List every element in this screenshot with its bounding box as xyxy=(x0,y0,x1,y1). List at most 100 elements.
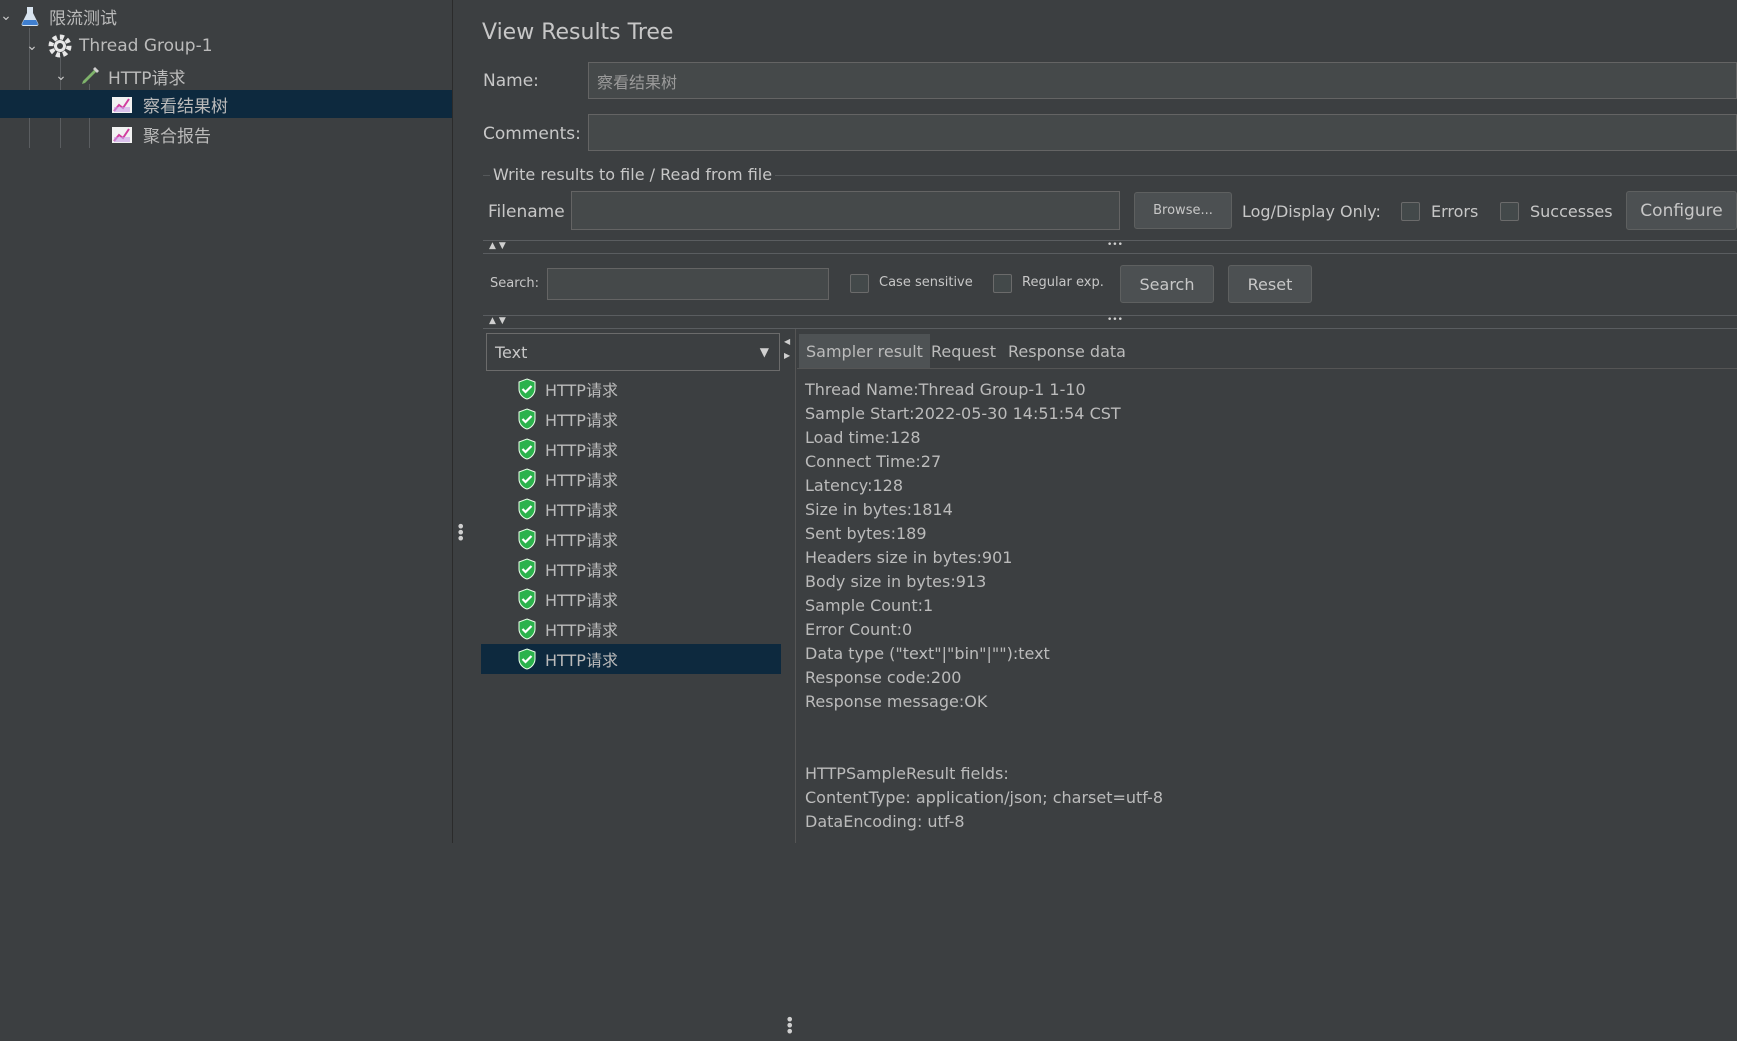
main-splitter[interactable]: • • • xyxy=(452,0,467,843)
success-shield-icon xyxy=(517,378,537,400)
success-shield-icon xyxy=(517,438,537,460)
success-shield-icon xyxy=(517,618,537,640)
sampler-line: Sample Start:2022-05-30 14:51:54 CST xyxy=(805,404,1121,423)
case-sensitive-label: Case sensitive xyxy=(879,275,973,290)
regex-label: Regular exp. xyxy=(1022,275,1104,290)
sampler-line: Response message:OK xyxy=(805,692,988,711)
success-shield-icon xyxy=(517,408,537,430)
tree-item-label: 聚合报告 xyxy=(143,126,211,147)
result-item[interactable]: HTTP请求 xyxy=(481,494,781,524)
success-shield-icon xyxy=(517,558,537,580)
configure-button[interactable]: Configure xyxy=(1626,191,1737,230)
successes-label: Successes xyxy=(1530,202,1613,221)
regex-checkbox[interactable] xyxy=(993,274,1012,293)
test-plan-tree: ⌄ 限流测试 ⌄ Thread Group-1 ⌄ HTTP请求 察看结果树 聚… xyxy=(0,0,452,843)
filename-label: Filename xyxy=(488,202,565,222)
reset-button[interactable]: Reset xyxy=(1228,265,1312,303)
chevron-down-icon[interactable]: ⌄ xyxy=(23,38,41,54)
successes-checkbox[interactable] xyxy=(1500,202,1519,221)
sampler-line: Headers size in bytes:901 xyxy=(805,548,1013,567)
result-item[interactable]: HTTP请求 xyxy=(481,434,781,464)
result-item-label: HTTP请求 xyxy=(545,411,618,430)
result-item-label: HTTP请求 xyxy=(545,441,618,460)
result-item[interactable]: HTTP请求 xyxy=(481,614,781,644)
renderer-select[interactable]: Text ▼ xyxy=(486,333,780,371)
errors-checkbox[interactable] xyxy=(1401,202,1420,221)
browse-button[interactable]: Browse... xyxy=(1134,192,1232,229)
name-field[interactable]: 察看结果树 xyxy=(588,62,1737,99)
result-item-label: HTTP请求 xyxy=(545,471,618,490)
sampler-line: Sample Count:1 xyxy=(805,596,934,615)
tree-item-view-results-tree[interactable]: 察看结果树 xyxy=(0,90,452,118)
search-input[interactable] xyxy=(547,268,829,300)
name-field-value: 察看结果树 xyxy=(597,72,678,92)
name-label: Name: xyxy=(483,71,539,91)
sampler-line: Latency:128 xyxy=(805,476,904,495)
dropdown-arrow-icon: ▼ xyxy=(759,345,769,359)
tree-item-label: HTTP请求 xyxy=(108,68,186,89)
sampler-line: Size in bytes:1814 xyxy=(805,500,953,519)
result-item[interactable]: HTTP请求 xyxy=(481,404,781,434)
splitter-grip-icon[interactable]: ••• xyxy=(1107,240,1123,250)
splitter-grip-icon: • • • xyxy=(785,1010,794,1041)
tree-item-label: 察看结果树 xyxy=(143,96,228,117)
result-item-label: HTTP请求 xyxy=(545,501,618,520)
chevron-down-icon[interactable]: ⌄ xyxy=(52,68,70,84)
result-item-label: HTTP请求 xyxy=(545,591,618,610)
splitter-grip-icon[interactable]: ••• xyxy=(1107,315,1123,325)
result-item-label: HTTP请求 xyxy=(545,651,618,670)
comments-field[interactable] xyxy=(588,114,1737,151)
result-item[interactable]: HTTP请求 xyxy=(481,554,781,584)
file-section-title: Write results to file / Read from file xyxy=(490,165,776,184)
listener-chart-icon xyxy=(111,94,133,114)
sampler-line: Sent bytes:189 xyxy=(805,524,927,543)
log-display-label: Log/Display Only: xyxy=(1242,202,1381,221)
divider xyxy=(483,253,1737,254)
result-item-label: HTTP请求 xyxy=(545,531,618,550)
success-shield-icon xyxy=(517,528,537,550)
pipette-icon xyxy=(78,64,102,88)
tree-item-label: 限流测试 xyxy=(49,8,117,29)
gear-icon xyxy=(47,33,73,59)
sampler-line: Response code:200 xyxy=(805,668,962,687)
sampler-line: Load time:128 xyxy=(805,428,921,447)
renderer-select-value: Text xyxy=(495,342,528,362)
tree-item-label: Thread Group-1 xyxy=(79,36,213,56)
collapse-arrows-icon[interactable]: ▲▼ xyxy=(489,241,509,251)
tree-item-thread-group[interactable]: ⌄ Thread Group-1 xyxy=(0,32,452,60)
success-shield-icon xyxy=(517,498,537,520)
success-shield-icon xyxy=(517,588,537,610)
divider xyxy=(483,328,1737,329)
flask-icon xyxy=(19,6,41,26)
search-label: Search: xyxy=(490,276,540,291)
collapse-arrows-icon[interactable]: ◀ ▶ xyxy=(784,335,790,363)
result-item-label: HTTP请求 xyxy=(545,381,618,400)
result-item[interactable]: HTTP请求 xyxy=(481,464,781,494)
result-item[interactable]: HTTP请求 xyxy=(481,524,781,554)
case-sensitive-checkbox[interactable] xyxy=(850,274,869,293)
result-item[interactable]: HTTP请求 xyxy=(481,374,781,404)
result-item[interactable]: HTTP请求 xyxy=(481,584,781,614)
filename-input[interactable] xyxy=(571,191,1120,230)
http-field-line: ContentType: application/json; charset=u… xyxy=(805,788,1163,807)
tree-item-http-request[interactable]: ⌄ HTTP请求 xyxy=(0,62,452,90)
chevron-down-icon[interactable]: ⌄ xyxy=(0,8,15,24)
success-shield-icon xyxy=(517,468,537,490)
results-splitter[interactable]: ◀ ▶ • • • xyxy=(782,329,796,1040)
listener-chart-icon xyxy=(111,124,133,144)
sampler-line: Connect Time:27 xyxy=(805,452,942,471)
collapse-arrows-icon[interactable]: ▲▼ xyxy=(489,316,509,326)
sampler-line: Error Count:0 xyxy=(805,620,913,639)
tab-sampler-result[interactable]: Sampler result xyxy=(799,334,930,368)
page-title: View Results Tree xyxy=(482,20,674,45)
result-item-label: HTTP请求 xyxy=(545,561,618,580)
comments-label: Comments: xyxy=(483,124,581,144)
search-button[interactable]: Search xyxy=(1120,265,1214,303)
result-item-selected[interactable]: HTTP请求 xyxy=(481,644,781,674)
tree-item-test-plan[interactable]: ⌄ 限流测试 xyxy=(0,2,452,30)
tab-response-data[interactable]: Response data xyxy=(1001,334,1133,368)
tab-request[interactable]: Request xyxy=(924,334,1003,368)
http-field-line: DataEncoding: utf-8 xyxy=(805,812,965,831)
errors-label: Errors xyxy=(1431,202,1479,221)
tree-item-aggregate-report[interactable]: 聚合报告 xyxy=(0,120,452,148)
